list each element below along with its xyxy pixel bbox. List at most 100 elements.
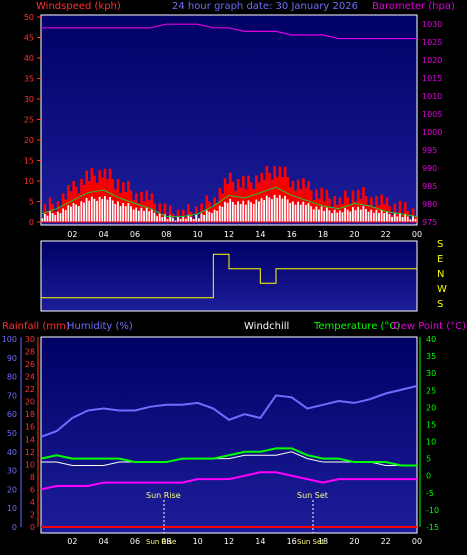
temperature-x-tick-label: 16 [287,537,297,546]
sunset-label: Sun Set [297,491,328,500]
wind-average-bar [195,214,198,222]
wind-average-bar [156,216,158,222]
wind-average-bar [83,202,85,222]
wind-x-tick-label: 02 [67,230,77,239]
rainfall-tick-label: 26 [25,360,35,369]
wind-average-bar [111,200,114,222]
rainfall-tick-label: 18 [25,410,35,419]
wind-average-bar [90,196,93,222]
wind-average-bar [399,213,401,222]
wind-x-tick-label: 18 [318,230,328,239]
wind-average-bar [378,212,380,222]
rainfall-tick-label: 24 [25,373,35,382]
wind-average-bar [260,198,263,222]
wind-x-tick-label: 06 [130,230,140,239]
compass-label: W [437,284,447,295]
wind-x-axis: 02 04 06 08 10 12 14 16 18 20 22 00 [67,230,422,239]
temperature-x-tick-label: 20 [349,537,359,546]
wind-average-bar [284,195,286,222]
temperature-tick-label: 15 [426,420,436,429]
wind-average-bar [385,211,388,222]
wind-tick-label: 40 [24,54,34,63]
wind-average-bar [122,203,125,222]
wind-average-bar [153,212,156,222]
wind-average-bar [211,213,213,222]
humidity-axis: 0 10 20 30 40 50 60 70 80 90 100 [2,335,22,532]
wind-average-bar [375,209,378,222]
temperature-tick-label: 5 [426,455,431,464]
wind-average-bar [229,199,232,222]
wind-x-tick-label: 16 [287,230,297,239]
temperature-x-tick-label: 00 [412,537,422,546]
wind-average-bar [224,201,226,222]
temperature-legend: Temperature (°C) [313,321,400,332]
wind-average-bar [171,217,174,222]
chart-date-title: 24 hour graph date: 30 January 2026 [172,1,358,12]
wind-average-bar [265,195,268,222]
wind-average-bar [231,201,234,222]
wind-average-bar [77,206,80,222]
humidity-tick-label: 90 [7,354,17,363]
wind-average-bar [310,206,313,222]
rainfall-tick-label: 2 [30,510,35,519]
wind-average-bar [401,217,404,222]
wind-average-bar [291,201,294,222]
rainfall-tick-label: 12 [25,448,35,457]
barometer-tick-label: 1025 [422,38,442,47]
wind-average-bar [182,216,185,222]
wind-average-bar [242,200,245,222]
wind-tick-label: 35 [24,75,34,84]
wind-average-bar [203,215,205,222]
wind-x-tick-label: 20 [349,230,359,239]
wind-tick-label: 0 [29,218,34,227]
temperature-tick-label: 35 [426,352,436,361]
compass-label: N [437,269,444,280]
wind-average-bar [43,213,46,222]
temperature-x-tick-label: 12 [224,537,234,546]
wind-average-bar [96,200,98,222]
wind-average-bar [320,206,323,222]
wind-average-bar [412,215,414,222]
humidity-tick-label: 30 [7,467,17,476]
sunrise-label: Sun Rise [146,491,181,500]
wind-average-bar [258,201,260,222]
wind-average-bar [263,199,266,222]
wind-average-bar [132,209,135,222]
barometer-tick-label: 1010 [422,92,442,101]
wind-average-bar [406,216,409,222]
wind-average-bar [72,203,75,222]
humidity-tick-label: 60 [7,410,17,419]
wind-average-bar [289,202,292,222]
wind-average-bar [101,198,104,222]
temperature-x-tick-label: 14 [255,537,265,546]
rainfall-tick-label: 4 [30,498,35,507]
wind-average-bar [302,201,305,222]
wind-average-bar [278,195,281,222]
wind-tick-label: 50 [24,13,34,22]
wind-average-bar [46,215,49,222]
temperature-tick-label: -10 [426,506,439,515]
wind-average-bar [344,207,346,222]
temperature-tick-label: 0 [426,472,431,481]
wind-average-bar [281,198,284,222]
humidity-legend: Humidity (%) [67,321,133,332]
weather-graph-canvas: Windspeed (kph) 24 hour graph date: 30 J… [2,1,466,546]
barometer-tick-label: 1030 [422,20,442,29]
barometer-axis-title: Barometer (hpa) [372,1,455,12]
wind-average-bar [352,207,354,222]
compass-label: E [437,254,443,265]
humidity-tick-label: 80 [7,373,17,382]
wind-average-bar [276,197,279,222]
wind-average-bar [54,214,57,222]
wind-average-bar [239,204,242,222]
wind-average-bar [158,213,161,222]
barometer-right-axis: 975 980 985 990 995 1000 1005 1010 1015 1020 1025 1… [422,20,442,227]
wind-average-bar [93,198,96,222]
wind-average-bar [218,205,221,222]
temperature-axis: -15 -10 -5 0 5 10 15 20 25 30 35 40 [419,335,439,532]
barometer-tick-label: 995 [422,146,437,155]
barometer-tick-label: 1000 [422,128,442,137]
wind-x-tick-label: 22 [381,230,391,239]
wind-average-bar [315,206,318,222]
wind-average-bar [67,205,70,222]
